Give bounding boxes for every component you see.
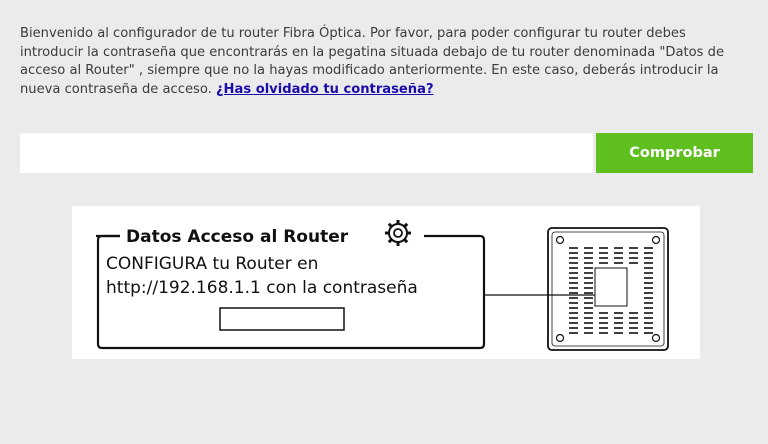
router-sticker-image: Datos Acceso al Router CONFIGURA tu Rout… [72, 206, 700, 359]
check-button[interactable]: Comprobar [596, 133, 753, 173]
sticker-password-box [219, 307, 345, 331]
sticker-title: Datos Acceso al Router [126, 227, 349, 247]
sticker-line-1: CONFIGURA tu Router en [106, 254, 318, 274]
intro-text: Bienvenido al configurador de tu router … [20, 25, 750, 99]
password-input[interactable] [20, 133, 593, 173]
router-bottom-illustration [547, 227, 669, 351]
sticker-line-2: http://192.168.1.1 con la contraseña [106, 278, 418, 298]
gear-icon [385, 220, 411, 246]
forgot-password-link[interactable]: ¿Has olvidado tu contraseña? [216, 82, 434, 97]
